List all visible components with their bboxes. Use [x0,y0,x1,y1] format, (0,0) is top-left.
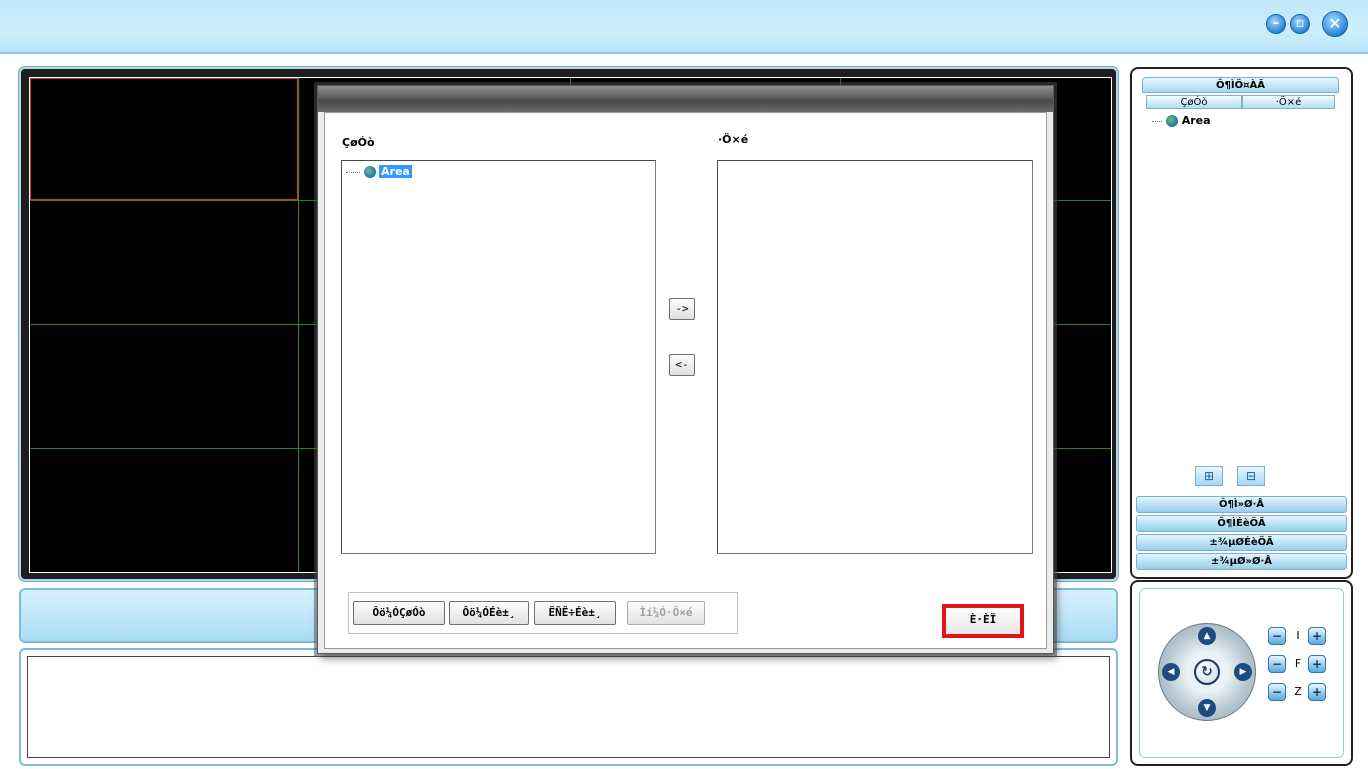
arrow-down-icon: ▼ [1203,703,1211,713]
minus-icon: − [1271,685,1283,699]
log-area [27,656,1110,758]
focus-plus-button[interactable]: + [1308,655,1326,673]
area-tree[interactable]: Area [341,160,656,554]
device-panel-header: Ô¶ÌÖ¤ÀÃ [1142,77,1339,93]
add-group-button[interactable]: Ìí¼Ó·Ö×é [627,601,705,625]
iris-label: I [1296,629,1300,642]
device-tabs: ÇøÓò ·Ö×é [1146,95,1335,109]
minus-icon: − [1271,629,1283,643]
iris-plus-button[interactable]: + [1308,627,1326,645]
arrow-left-icon: ◀ [1167,667,1175,677]
plus-icon: + [1311,685,1323,699]
arrow-right-icon: ▶ [1239,667,1247,677]
close-button[interactable]: ✕ [1322,11,1348,37]
add-to-group-button[interactable]: -> [669,298,695,320]
device-tree: Area [1152,114,1211,127]
dialog-action-group: Ôö¼ÓÇøÓò Ôö¼ÓÉè±¸ ËÑË÷Éè±¸ Ìí¼Ó·Ö×é [348,592,738,634]
remove-from-group-button[interactable]: <- [669,354,695,376]
minimize-icon: – [1272,16,1280,31]
title-bar: – ▫ ✕ [0,0,1368,54]
restore-button[interactable]: ▫ [1290,14,1310,34]
restore-icon: ▫ [1295,16,1305,31]
ptz-inner: ▲ ▼ ◀ ▶ ↻ − I + − F + − Z + [1139,588,1344,758]
add-area-button[interactable]: Ôö¼ÓÇøÓò [353,601,445,625]
local-playback-bar[interactable]: ±¾µØ»Ø·Å [1136,553,1347,570]
grid-line [298,78,299,572]
tab-area[interactable]: ÇøÓò [1146,95,1242,109]
tab-group[interactable]: ·Ö×é [1242,95,1335,109]
focus-label: F [1294,657,1302,670]
selected-video-cell[interactable] [30,78,298,200]
area-list-label: ÇøÓò [342,136,375,149]
ptz-panel: ▲ ▼ ◀ ▶ ↻ − I + − F + − Z + [1130,580,1353,766]
list-view-button[interactable]: ⊟ [1237,466,1265,486]
dialog-body: ÇøÓò ·Ö×é Area -> <- Ôö¼ÓÇøÓò Ôö¼ÓÉè±¸ Ë… [324,112,1047,649]
iris-minus-button[interactable]: − [1268,627,1286,645]
plus-icon: + [1311,629,1323,643]
ptz-right-button[interactable]: ▶ [1234,663,1252,681]
group-list-label: ·Ö×é [718,133,749,146]
tree-item-label: Area [379,165,412,178]
group-dialog: ÇøÓò ·Ö×é Area -> <- Ôö¼ÓÇøÓò Ôö¼ÓÉè±¸ Ë… [317,85,1054,654]
arrow-up-icon: ▲ [1203,631,1211,641]
log-panel [19,648,1118,766]
tree-view-button[interactable]: ⊞ [1195,466,1223,486]
local-settings-bar[interactable]: ±¾µØÉèÖÃ [1136,534,1347,551]
remote-playback-bar[interactable]: Ô¶Ì»Ø·Å [1136,496,1347,513]
remote-settings-bar[interactable]: Ô¶ÌÉèÖÃ [1136,515,1347,532]
ptz-focus-row: − F + [1268,655,1338,675]
ptz-up-button[interactable]: ▲ [1198,627,1216,645]
close-icon: ✕ [1328,14,1342,33]
rotate-icon: ↻ [1201,664,1213,680]
minimize-button[interactable]: – [1266,14,1286,34]
tree-connector [346,171,360,173]
minus-icon: − [1271,657,1283,671]
zoom-minus-button[interactable]: − [1268,683,1286,701]
zoom-plus-button[interactable]: + [1308,683,1326,701]
tree-item-area[interactable]: Area [1182,114,1211,127]
globe-icon [1165,115,1178,127]
ptz-zoom-row: − Z + [1268,683,1338,703]
tree-view-icon: ⊞ [1203,469,1215,483]
ptz-left-button[interactable]: ◀ [1162,663,1180,681]
dialog-title-bar[interactable] [318,86,1053,112]
search-device-button[interactable]: ËÑË÷Éè±¸ [534,601,616,625]
list-view-icon: ⊟ [1245,469,1257,483]
plus-icon: + [1311,657,1323,671]
zoom-label: Z [1294,685,1302,698]
tree-connector [1152,120,1162,122]
device-panel: Ô¶ÌÖ¤ÀÃ ÇøÓò ·Ö×é Area ⊞ ⊟ Ô¶Ì»Ø·Å Ô¶ÌÉè… [1130,67,1353,579]
ptz-down-button[interactable]: ▼ [1198,699,1216,717]
globe-icon [363,166,376,178]
focus-minus-button[interactable]: − [1268,655,1286,673]
ptz-auto-button[interactable]: ↻ [1194,659,1220,685]
ptz-iris-row: − I + [1268,627,1338,647]
ptz-direction-pad: ▲ ▼ ◀ ▶ ↻ [1158,623,1256,721]
tree-item[interactable]: Area [346,165,412,178]
ok-button-highlight [942,604,1024,638]
group-list[interactable] [717,160,1033,554]
add-device-button[interactable]: Ôö¼ÓÉè±¸ [449,601,529,625]
